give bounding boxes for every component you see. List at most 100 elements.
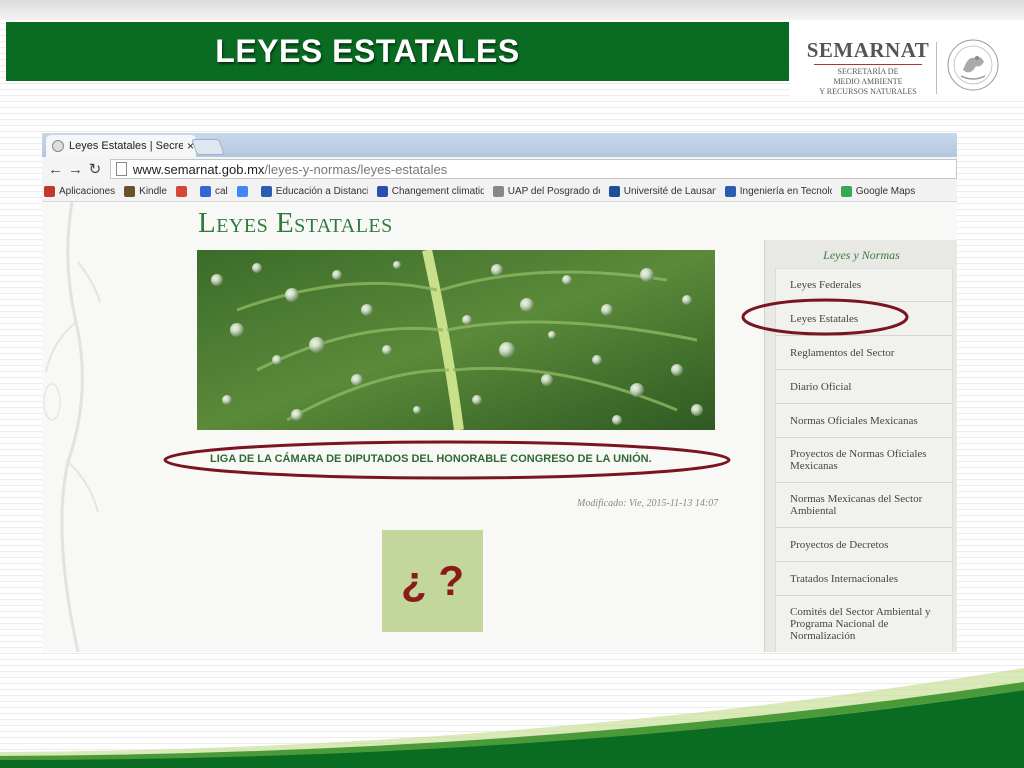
new-tab-button[interactable] (191, 139, 225, 155)
water-drop (272, 355, 282, 365)
logo-separator (936, 42, 937, 94)
decorative-branch-icon (43, 202, 101, 652)
unil-icon (608, 185, 620, 197)
sidebar-item-normas-oficiales-mexicanas[interactable]: Normas Oficiales Mexicanas (776, 404, 952, 438)
bookmarks-bar: Aplicaciones Kindle cal Educación a Distanc… (42, 181, 957, 202)
water-drop (309, 337, 325, 353)
bookmark-item[interactable]: Aplicaciones (42, 185, 115, 197)
water-drop (413, 406, 421, 414)
question-mark-text: ¿ ? (401, 557, 464, 604)
url-input[interactable]: www.semarnat.gob.mx/leyes-y-normas/leyes… (109, 159, 957, 179)
google-icon (236, 185, 248, 197)
sidebar-item-comités-del-sector-ambiental-y-programa-nacional-de-normalización[interactable]: Comités del Sector Ambiental y Programa … (776, 596, 952, 652)
sidebar-leyes-normas: Leyes y Normas Leyes Federales Leyes Esta… (764, 240, 957, 652)
back-arrow-icon[interactable]: ← (48, 161, 63, 178)
sidebar-item-diario-oficial[interactable]: Diario Oficial (776, 370, 952, 404)
bookmark-item[interactable] (236, 185, 252, 197)
water-drop (491, 264, 503, 276)
bookmark-label: Université de Lausann (623, 185, 716, 197)
water-drop (230, 323, 244, 337)
water-drop (601, 304, 613, 316)
top-decorative-band (0, 0, 1024, 20)
water-drop (351, 374, 363, 386)
tab-title: Leyes Estatales | Secretaría (69, 140, 183, 152)
forward-arrow-icon[interactable]: → (68, 161, 83, 178)
url-path: /leyes-y-normas/leyes-estatales (264, 161, 448, 177)
logo-subtitle-1: SECRETARÍA DE (837, 67, 899, 76)
bookmark-item[interactable]: Educación a Distancia (260, 185, 368, 197)
bookmark-item[interactable]: cal (199, 185, 228, 197)
bookmark-item[interactable] (175, 185, 191, 197)
national-seal-icon (947, 39, 999, 91)
water-drop (520, 298, 534, 312)
reload-icon[interactable]: ↻ (88, 160, 102, 178)
bookmark-item[interactable]: Université de Lausann (608, 185, 716, 197)
water-drop (682, 295, 692, 305)
logo-text: SEMARNAT SECRETARÍA DE MEDIO AMBIENTE Y … (804, 38, 932, 97)
logo-name: SEMARNAT (806, 38, 930, 62)
page-heading: Leyes Estatales (198, 207, 393, 239)
address-bar-row: ← → ↻ www.semarnat.gob.mx/leyes-y-normas… (42, 157, 957, 182)
gmail-icon (175, 185, 187, 197)
water-drop (691, 404, 703, 416)
modified-date: Modificado: Vie, 2015-11-13 14:07 (577, 498, 719, 509)
document-icon (492, 185, 504, 197)
browser-tab[interactable]: Leyes Estatales | Secretaría × (46, 135, 196, 157)
logo-divider-line (814, 64, 922, 65)
url-host: www.semarnat.gob.mx (132, 161, 265, 177)
logo-subtitle-2: MEDIO AMBIENTE (833, 77, 903, 86)
water-drop (211, 274, 223, 286)
favicon-icon (52, 140, 64, 152)
water-drop (671, 364, 683, 376)
water-drop (472, 395, 482, 405)
bookmark-item[interactable]: Kindle (124, 185, 167, 197)
water-drop (562, 275, 572, 285)
bookmark-label: Google Maps (855, 185, 916, 197)
maps-icon (840, 185, 852, 197)
water-drop (462, 315, 472, 325)
flag-icon (376, 185, 388, 197)
sidebar-item-tratados-internacionales[interactable]: Tratados Internacionales (776, 562, 952, 596)
semarnat-logo: SEMARNAT SECRETARÍA DE MEDIO AMBIENTE Y … (790, 22, 1024, 98)
water-drop (640, 268, 654, 282)
page-icon (115, 162, 127, 176)
apps-icon (44, 185, 55, 197)
water-drop (291, 409, 303, 421)
bookmark-icon (724, 185, 736, 197)
leaf-banner-image (197, 250, 715, 430)
bookmark-item[interactable]: Changement climatiq (376, 185, 484, 197)
water-drop (252, 263, 262, 273)
water-drop (499, 342, 515, 358)
sidebar-item-proyectos-de-normas-oficiales-mexicanas[interactable]: Proyectos de Normas Oficiales Mexicanas (776, 438, 952, 483)
water-drop (548, 331, 556, 339)
water-drop (592, 355, 602, 365)
bookmark-label: Educación a Distancia (275, 185, 368, 197)
bookmark-label: UAP del Posgrado de (507, 185, 600, 197)
bookmark-label: cal (214, 185, 228, 197)
webpage-content: Leyes Estatales LIGA DE LA CÁMARA DE DIP (42, 202, 957, 652)
bookmark-label: Kindle (139, 185, 167, 197)
sidebar-item-proyectos-de-decretos[interactable]: Proyectos de Decretos (776, 528, 952, 562)
sidebar-item-reglamentos-del-sector[interactable]: Reglamentos del Sector (776, 336, 952, 370)
water-drop (361, 304, 373, 316)
sidebar-item-leyes-estatales[interactable]: Leyes Estatales (776, 302, 952, 336)
bookmark-item[interactable]: Google Maps (840, 185, 916, 197)
question-box: ¿ ? (382, 530, 483, 632)
congreso-link[interactable]: LIGA DE LA CÁMARA DE DIPUTADOS DEL HONOR… (210, 453, 652, 465)
water-drop (222, 395, 232, 405)
bookmark-item[interactable]: UAP del Posgrado de (492, 185, 600, 197)
sidebar-menu: Leyes Federales Leyes Estatales Reglamento… (775, 268, 953, 652)
logo-subtitle-3: Y RECURSOS NATURALES (819, 87, 917, 96)
sidebar-item-normas-mexicanas-del-sector-ambiental[interactable]: Normas Mexicanas del Sector Ambiental (776, 483, 952, 528)
slide-title: LEYES ESTATALES (215, 33, 520, 69)
bookmark-icon (260, 185, 272, 197)
sidebar-item-leyes-federales[interactable]: Leyes Federales (776, 269, 952, 302)
calendar-icon (199, 185, 211, 197)
browser-tab-bar: Leyes Estatales | Secretaría × (42, 133, 957, 157)
water-drop (541, 374, 553, 386)
water-drop (612, 415, 622, 425)
bookmark-item[interactable]: Ingeniería en Tecnolo (724, 185, 832, 197)
sidebar-title: Leyes y Normas (823, 248, 900, 262)
water-drop (630, 383, 644, 397)
bottom-green-swoosh (0, 668, 1024, 768)
